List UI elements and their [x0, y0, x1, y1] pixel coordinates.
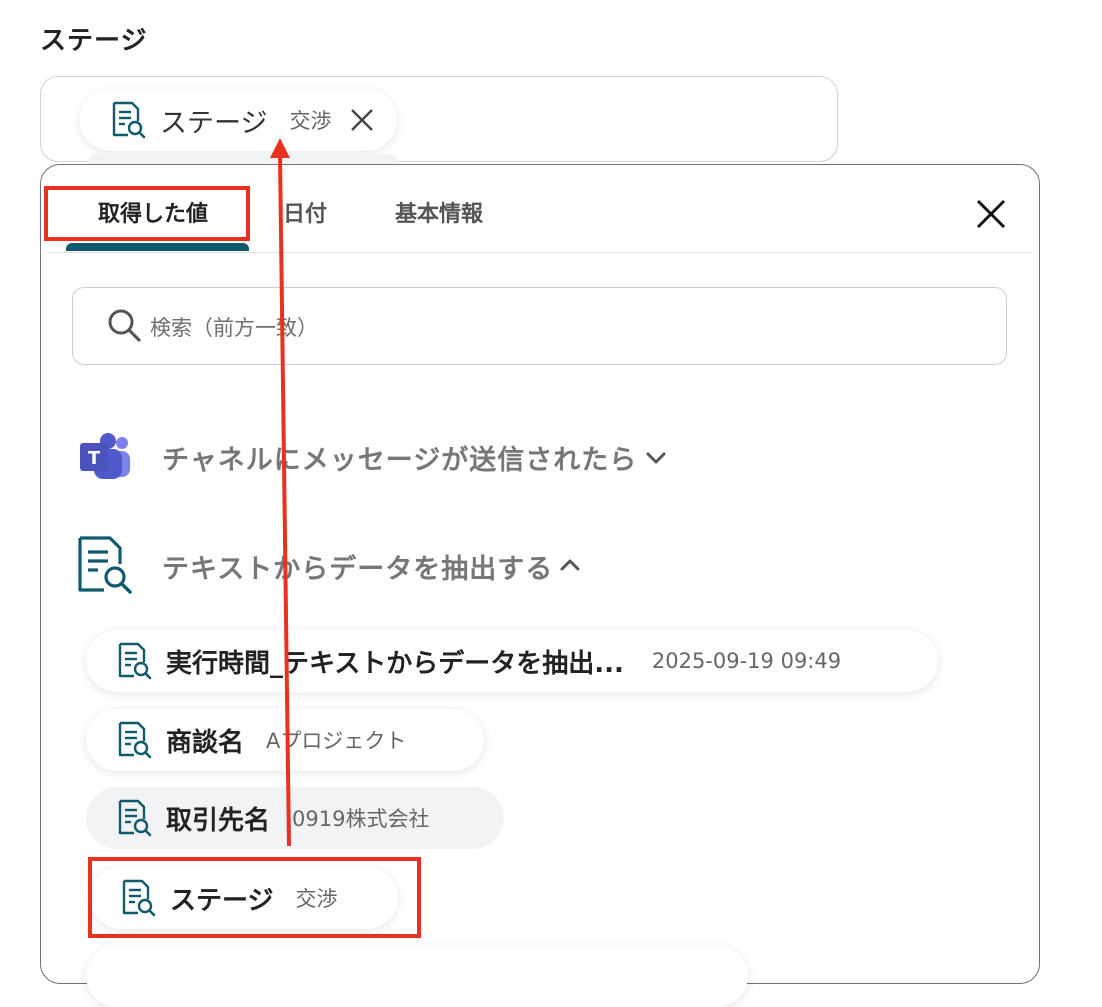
search-placeholder: 検索（前方一致） [150, 316, 318, 340]
close-icon[interactable] [972, 195, 1010, 233]
field-label: ステージ [40, 26, 148, 56]
item-name: 取引先名 [166, 805, 271, 836]
tab-date[interactable]: 日付 [283, 196, 327, 228]
svg-text:T: T [88, 448, 101, 469]
tab-divider [46, 252, 1032, 253]
chip-value: 交渉 [289, 109, 332, 133]
chevron-down-icon[interactable] [642, 444, 670, 472]
item-value: Aプロジェクト [266, 729, 407, 753]
chip-name: ステージ [160, 107, 268, 139]
group-title-teams-trigger[interactable]: チャネルにメッセージが送信されたら [162, 438, 637, 477]
close-icon[interactable] [349, 107, 375, 133]
item-name: 実行時間_テキストからデータを抽出... [166, 648, 624, 679]
value-item-execution-time[interactable]: 実行時間_テキストからデータを抽出... 2025-09-19 09:49 [86, 630, 938, 692]
item-value: 0919株式会社 [292, 807, 430, 831]
selected-value-chip[interactable]: ステージ 交渉 [80, 89, 398, 151]
value-item-next[interactable] [86, 945, 748, 1007]
value-item-deal-name[interactable]: 商談名 Aプロジェクト [86, 709, 484, 771]
item-value: 2025-09-19 09:49 [651, 649, 842, 673]
item-name: 商談名 [166, 727, 245, 758]
chevron-up-icon[interactable] [556, 551, 584, 579]
value-item-client-name[interactable]: 取引先名 0919株式会社 [86, 787, 504, 849]
document-search-icon [118, 642, 152, 680]
search-icon [108, 309, 141, 342]
highlight-box-tab [44, 186, 250, 241]
highlight-box-stage-item [88, 857, 421, 938]
document-search-icon [118, 721, 152, 759]
active-tab-indicator [66, 243, 249, 251]
group-title-extract-data[interactable]: テキストからデータを抽出する [162, 547, 553, 586]
document-search-icon [118, 799, 152, 837]
tab-basic-info[interactable]: 基本情報 [395, 196, 483, 228]
document-search-icon [78, 536, 132, 594]
document-search-icon [112, 101, 146, 139]
teams-icon: T [80, 433, 130, 479]
